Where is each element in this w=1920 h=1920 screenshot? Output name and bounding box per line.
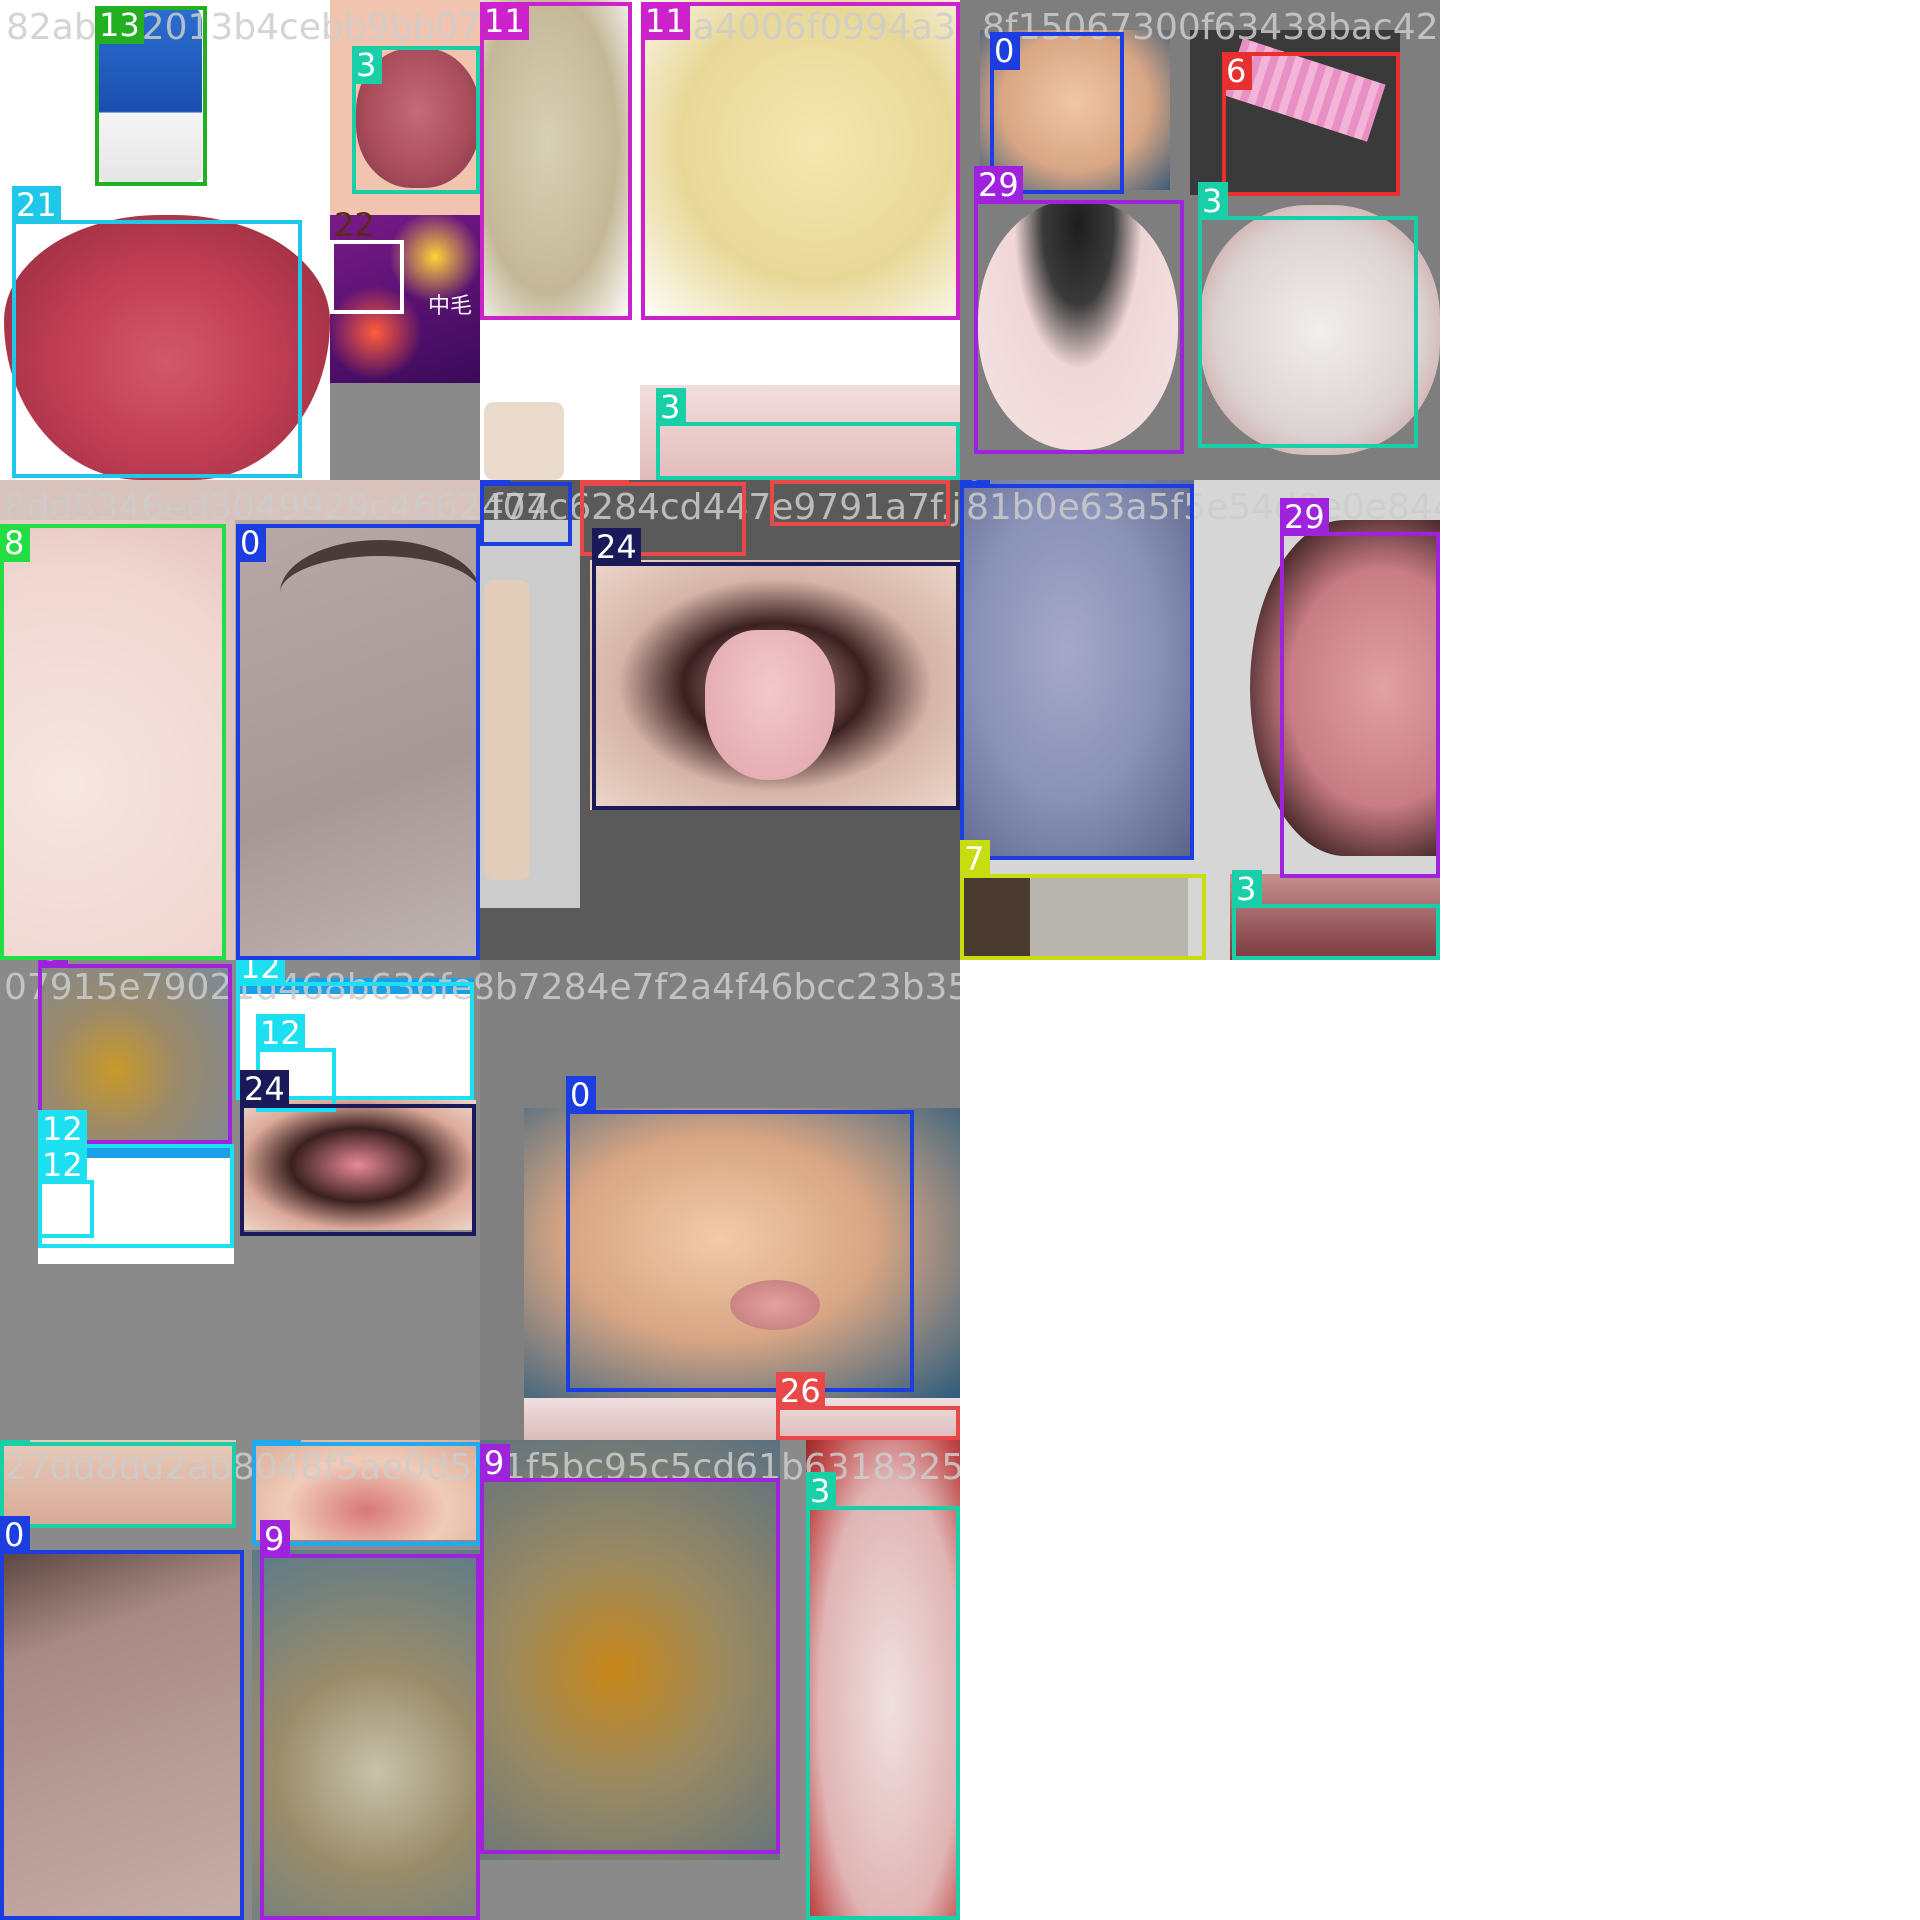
detection-box: 7 [960,840,1206,960]
detection-box: 29 [974,166,1184,454]
mosaic-tile: 91f5bc95c5cd61b63183251850 14c3.jpg 9 3 [480,1440,960,1920]
detection-box: 11 [480,2,632,320]
detection-box: 0 [0,1516,244,1920]
detection-label: 3 [656,388,686,426]
detection-box: 0 [960,480,1194,860]
mosaic-tile: 8b7284e7f2a4f46bcc23b3535f3aba6.jpg 0 26 [480,960,960,1440]
tile-filename: 8dd5346ed3049929c4662474 [4,487,550,528]
detection-label: 7 [960,840,990,878]
detection-label: 3 [806,1472,836,1510]
detection-box: 3 [352,46,480,194]
tile-filename: 82ab3a2013b4cebb9bb07d400dd3 [6,7,480,48]
detection-label: 11 [480,2,529,40]
detection-label: 26 [770,480,819,484]
detection-box: 26 [770,480,950,526]
detection-label: 6 [1222,52,1252,90]
detection-box: 11 [641,2,960,320]
detection-box: 9 [260,1520,480,1920]
detection-label: 13 [95,6,144,44]
detection-box: 24 [240,1070,476,1236]
detection-label: 9 [260,1520,290,1558]
detection-box: 24 [592,528,960,810]
mosaic-tile: 中毛 82ab3a2013b4cebb9bb07d400dd3 13 3 21 … [0,0,480,480]
mosaic-canvas: 中毛 82ab3a2013b4cebb9bb07d400dd3 13 3 21 … [0,0,1920,1920]
detection-box: 8 [0,524,226,960]
detection-label: 3 [1198,182,1228,220]
detection-box: 22 [330,206,404,314]
mosaic-tile: 81b0e63a5f5e54d0e0e84417923d3fb.jpg 0 29… [960,480,1440,960]
detection-box: 3 [806,1472,960,1920]
mosaic-tile: 8f15067300f63438bac42b9b2e10818be.jpg 0 … [960,0,1440,480]
detection-label: 0 [960,480,990,488]
detection-label: 12 [256,1014,305,1052]
tile-filename: 8b7284e7f2a4f46bcc23b3535f3aba6.jpg [480,967,960,1008]
detection-label: 0 [566,1076,596,1114]
detection-label: 29 [1280,498,1329,536]
detection-label: 3 [1232,870,1262,908]
photo-beige-card-inner [484,580,530,880]
photo-gray-fill [330,383,480,480]
detection-label: 0 [480,480,510,486]
detection-box: 9 [480,1444,780,1854]
detection-label: 26 [580,480,629,486]
detection-label: 11 [641,2,690,40]
detection-label: 21 [12,186,61,224]
detection-box: 3 [1232,870,1440,960]
detection-box: 26 [776,1372,960,1440]
mosaic-tile: 27dd8dd2ab8048f5ae0d591 3 10 0 9 [0,1440,480,1920]
photo-beige-card [484,402,564,480]
detection-label: 0 [236,524,266,562]
detection-label: 3 [0,1440,30,1446]
detection-label: 9 [38,960,68,968]
detection-label: 3 [352,46,382,84]
detection-box: 13 [95,6,207,186]
detection-box: 3 [656,388,960,480]
detection-label: 10 [252,1440,301,1446]
detection-box: 12 [38,1146,94,1238]
detection-label: 12 [38,1146,87,1184]
mosaic-tile: 8a4006f0994a38beb467.jpg 11 11 3 [480,0,960,480]
mosaic-tile: 8dd5346ed3049929c4662474 8 0 [0,480,550,960]
detection-box: 0 [236,524,480,960]
detection-label: 0 [0,1516,30,1554]
detection-box: 0 [480,480,572,546]
detection-label: 24 [240,1070,289,1108]
detection-label: 24 [592,528,641,566]
detection-label: 12 [236,960,285,986]
mosaic-tile: 07915e79021d468b636fe9 9 12 12 12 12 24 [0,960,480,1440]
detection-label: 22 [334,206,375,244]
detection-label: 0 [990,32,1020,70]
overlay-cjk-text: 中毛 [428,294,473,319]
detection-label: 26 [776,1372,825,1410]
detection-box: 29 [1280,498,1440,878]
detection-box: 3 [0,1440,236,1528]
detection-box: 21 [12,186,302,478]
detection-label: 8 [0,524,30,562]
detection-label: 12 [38,1110,87,1148]
detection-label: 29 [974,166,1023,204]
mosaic-tile: f07c6284cd447e9791a7f.jpg 0 26 26 24 [480,480,960,960]
detection-box: 0 [566,1076,914,1392]
detection-box: 3 [1198,182,1418,448]
detection-label: 9 [480,1444,510,1482]
detection-box: 6 [1222,52,1400,196]
